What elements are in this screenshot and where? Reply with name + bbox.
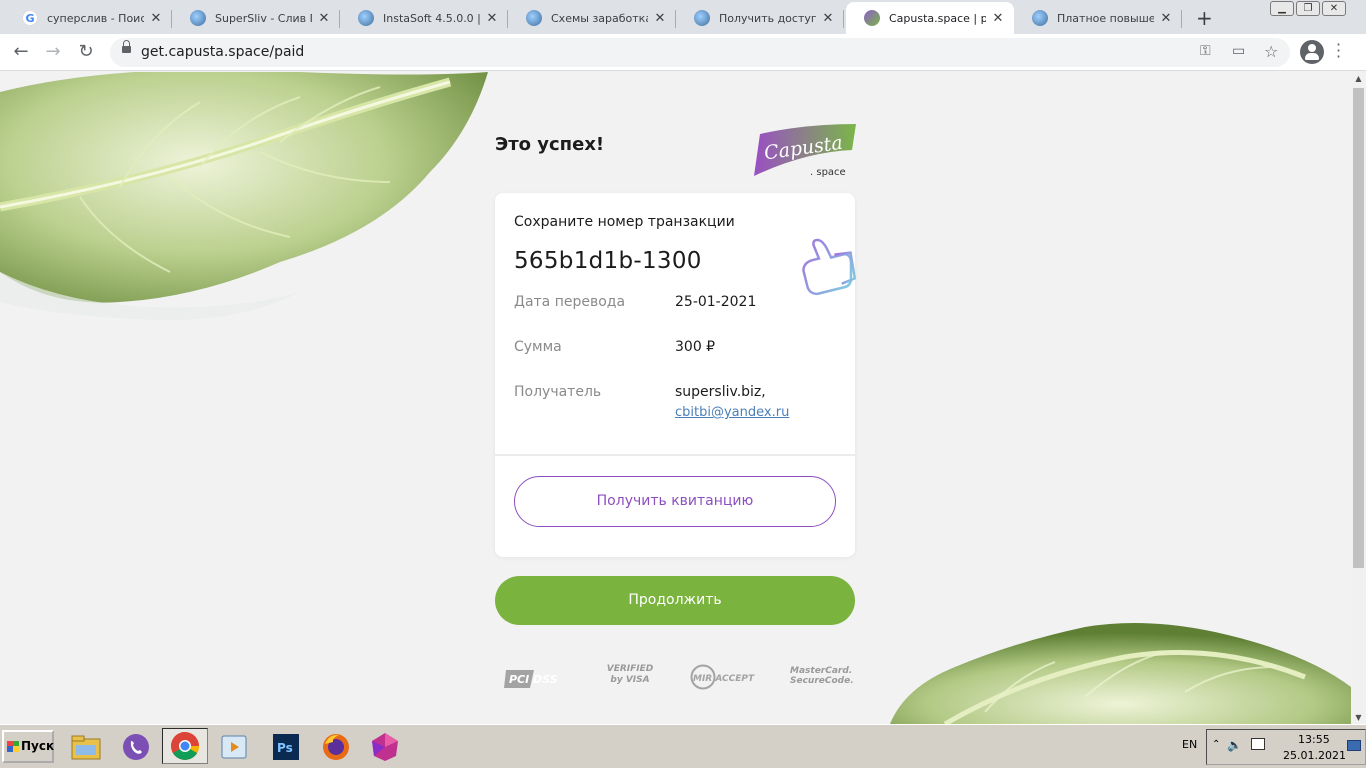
scroll-down-arrow-icon[interactable]: ▼	[1351, 713, 1366, 722]
media-player-icon[interactable]	[217, 730, 251, 764]
tab-bar: G суперслив - Поиск в ✕ SuperSliv - Слив…	[0, 0, 1366, 34]
date-value: 25-01-2021	[675, 294, 757, 310]
svg-text:Ps: Ps	[277, 741, 293, 755]
menu-dots-icon[interactable]: · · ·	[1336, 37, 1341, 65]
transaction-card: Сохраните номер транзакции 565b1d1b-1300…	[495, 193, 857, 557]
start-button[interactable]: Пуск	[2, 730, 54, 763]
tab-title: Capusta.space | paid	[889, 11, 986, 25]
recipient-label: Получатель	[514, 384, 602, 400]
start-label: Пуск	[21, 739, 55, 753]
page-content: Это успех! Capusta . space Сохраните ном…	[0, 72, 1351, 724]
tab-close-icon[interactable]: ✕	[316, 11, 332, 26]
tab-supersliv-search[interactable]: G суперслив - Поиск в ✕	[4, 2, 172, 34]
maximize-button[interactable]: ❐	[1296, 1, 1320, 16]
cabbage-leaf-image	[890, 623, 1351, 724]
scroll-up-arrow-icon[interactable]: ▲	[1351, 74, 1366, 83]
key-icon[interactable]: ⚿	[1200, 43, 1211, 59]
amount-label: Сумма	[514, 339, 562, 355]
lock-icon[interactable]	[122, 40, 131, 53]
tab-close-icon[interactable]: ✕	[1158, 11, 1174, 26]
taskbar: Пуск Ps EN ⌃ 🔈 13:55 25.01.2021	[0, 724, 1366, 768]
mir-accept-logo: MIR ACCEPT	[690, 664, 756, 694]
profile-avatar-icon[interactable]	[1300, 40, 1324, 64]
close-window-button[interactable]: ✕	[1322, 1, 1346, 16]
browser-toolbar: ← → ↻ get.capusta.space/paid ⚿ ▭ ☆ · · ·	[0, 34, 1366, 71]
google-icon: G	[22, 10, 38, 26]
url-text[interactable]: get.capusta.space/paid	[141, 44, 304, 60]
viber-icon[interactable]	[119, 730, 153, 764]
photoshop-icon[interactable]: Ps	[269, 730, 303, 764]
tab-close-icon[interactable]: ✕	[990, 11, 1006, 26]
continue-button[interactable]: Продолжить	[495, 576, 855, 625]
clock-time[interactable]: 13:55	[1298, 733, 1330, 746]
file-manager-icon[interactable]	[69, 730, 103, 764]
pci-dss-logo: PCI DSS	[504, 666, 560, 694]
tab-supersliv[interactable]: SuperSliv - Слив Плат ✕	[172, 2, 340, 34]
globe-icon	[1032, 10, 1048, 26]
tab-title: SuperSliv - Слив Плат	[215, 11, 312, 25]
minimize-button[interactable]: ▁	[1270, 1, 1294, 16]
windows-flag-icon	[7, 741, 19, 752]
recipient-email-link[interactable]: cbitbi@yandex.ru	[675, 405, 789, 420]
tab-schemes[interactable]: Схемы заработка | S ✕	[508, 2, 676, 34]
tray-expand-icon[interactable]: ⌃	[1212, 739, 1220, 750]
cabbage-leaf-image	[0, 72, 488, 321]
amount-value: 300 ₽	[675, 339, 716, 355]
page-title: Это успех!	[495, 134, 605, 155]
globe-icon	[190, 10, 206, 26]
get-receipt-button[interactable]: Получить квитанцию	[514, 476, 836, 527]
tab-close-icon[interactable]: ✕	[820, 11, 836, 26]
card-divider	[495, 454, 855, 456]
new-tab-button[interactable]: +	[1196, 6, 1213, 30]
show-desktop-icon[interactable]	[1347, 740, 1361, 751]
svg-text:MIR ACCEPT: MIR ACCEPT	[693, 674, 755, 684]
date-label: Дата перевода	[514, 294, 626, 310]
transaction-id: 565b1d1b-1300	[514, 248, 702, 274]
address-bar[interactable]: get.capusta.space/paid ⚿ ▭ ☆	[110, 38, 1290, 67]
network-icon[interactable]	[1251, 738, 1265, 750]
tab-capusta-paid[interactable]: Capusta.space | paid ✕	[846, 2, 1014, 34]
tab-title: Платное повышение	[1057, 11, 1154, 25]
tab-paid-boost[interactable]: Платное повышение ✕	[1014, 2, 1182, 34]
tab-get-access[interactable]: Получить доступ ко ✕	[676, 2, 844, 34]
recipient-value: supersliv.biz,	[675, 384, 766, 400]
verified-by-visa-logo: VERIFIED by VISA	[606, 664, 654, 685]
tab-close-icon[interactable]: ✕	[148, 11, 164, 26]
volume-icon[interactable]: 🔈	[1227, 738, 1242, 752]
forward-button[interactable]: →	[41, 41, 65, 63]
gem-app-icon[interactable]	[368, 730, 402, 764]
capusta-icon	[864, 10, 880, 26]
mastercard-securecode-logo: MasterCard. SecureCode.	[790, 666, 854, 686]
language-indicator[interactable]: EN	[1182, 738, 1197, 751]
logo-subtext: . space	[810, 167, 846, 178]
reload-button[interactable]: ↻	[74, 41, 98, 63]
thumbs-up-icon	[802, 238, 857, 296]
firefox-icon[interactable]	[319, 730, 353, 764]
card-icon[interactable]: ▭	[1232, 43, 1245, 59]
globe-icon	[694, 10, 710, 26]
scrollbar-thumb[interactable]	[1353, 88, 1364, 568]
clock-date[interactable]: 25.01.2021	[1283, 749, 1346, 762]
svg-text:PCI DSS: PCI DSS	[509, 673, 558, 686]
tab-title: суперслив - Поиск в	[47, 11, 144, 25]
save-transaction-label: Сохраните номер транзакции	[514, 214, 735, 230]
tab-instasoft[interactable]: InstaSoft 4.5.0.0 | Su ✕	[340, 2, 508, 34]
bookmark-star-icon[interactable]: ☆	[1264, 42, 1278, 61]
back-button[interactable]: ←	[9, 41, 33, 63]
tab-title: Получить доступ ко	[719, 11, 816, 25]
page-scrollbar[interactable]: ▲ ▼	[1351, 72, 1366, 724]
globe-icon	[358, 10, 374, 26]
tab-title: Схемы заработка | S	[551, 11, 648, 25]
tab-close-icon[interactable]: ✕	[484, 11, 500, 26]
globe-icon	[526, 10, 542, 26]
tab-close-icon[interactable]: ✕	[652, 11, 668, 26]
tab-title: InstaSoft 4.5.0.0 | Su	[383, 11, 480, 25]
chrome-icon[interactable]	[162, 728, 208, 764]
capusta-logo: Capusta . space	[754, 124, 856, 178]
